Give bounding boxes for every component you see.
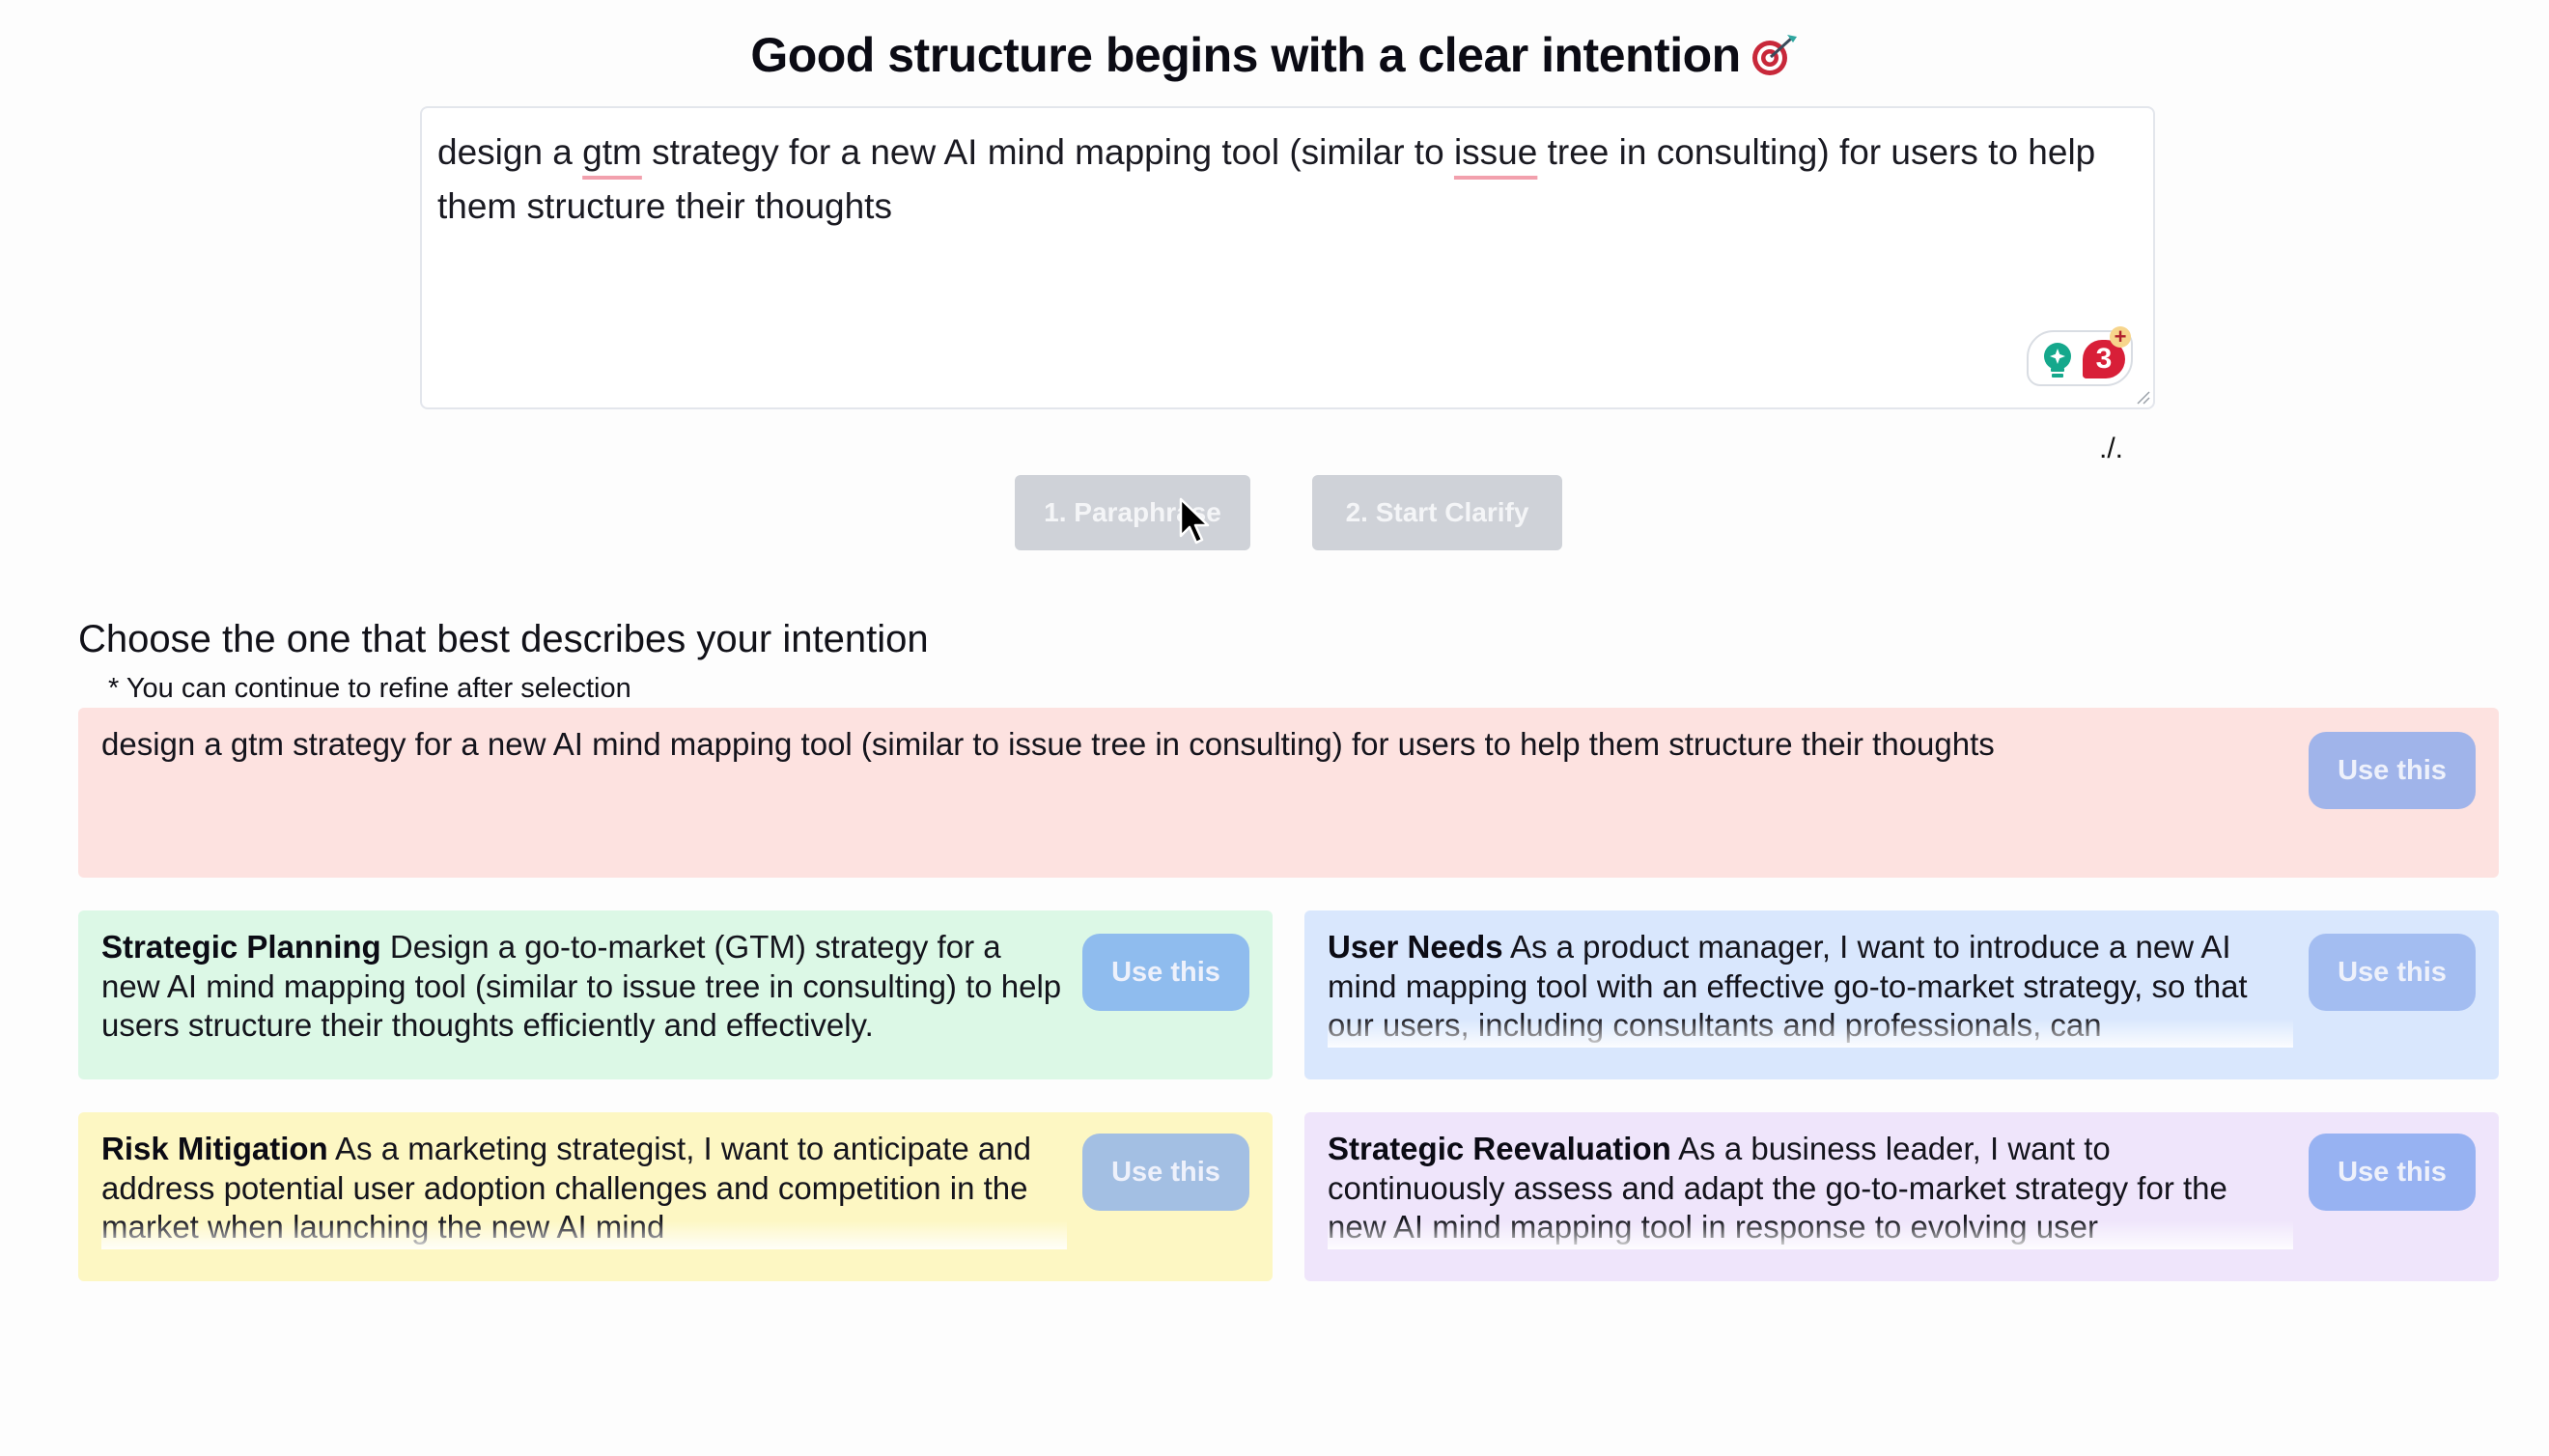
text-segment: strategy for a new AI mind mapping tool … xyxy=(641,132,1454,172)
intention-card-strategic-reevaluation: Strategic Reevaluation As a business lea… xyxy=(1304,1112,2499,1281)
use-this-button[interactable]: Use this xyxy=(2309,1134,2476,1211)
intention-card-strategic-planning: Strategic Planning Design a go-to-market… xyxy=(78,910,1273,1079)
misspelled-word[interactable]: issue xyxy=(1454,132,1537,172)
card-title: User Needs xyxy=(1328,929,1503,965)
card-text: User Needs As a product manager, I want … xyxy=(1328,928,2293,1045)
card-title: Strategic Reevaluation xyxy=(1328,1131,1671,1166)
page-title: Good structure begins with a clear inten… xyxy=(0,27,2549,89)
paraphrase-button[interactable]: 1. Paraphrase xyxy=(1015,475,1250,550)
status-text: ./. xyxy=(2099,433,2124,464)
start-clarify-button[interactable]: 2. Start Clarify xyxy=(1312,475,1562,550)
intention-textarea[interactable]: design a gtm strategy for a new AI mind … xyxy=(420,106,2155,409)
mouse-cursor-icon xyxy=(1178,497,1213,552)
use-this-button[interactable]: Use this xyxy=(2309,934,2476,1011)
use-this-button[interactable]: Use this xyxy=(1082,1134,1249,1211)
target-dart-icon xyxy=(1751,33,1799,89)
use-this-button[interactable]: Use this xyxy=(2309,732,2476,809)
card-text: Strategic Reevaluation As a business lea… xyxy=(1328,1130,2293,1246)
lightbulb-icon[interactable] xyxy=(2042,342,2073,383)
resize-handle-icon[interactable] xyxy=(2135,389,2150,405)
intention-card-risk-mitigation: Risk Mitigation As a marketing strategis… xyxy=(78,1112,1273,1281)
card-text: Risk Mitigation As a marketing strategis… xyxy=(101,1130,1067,1246)
page-title-text: Good structure begins with a clear inten… xyxy=(750,28,1741,82)
card-text: design a gtm strategy for a new AI mind … xyxy=(101,725,2322,765)
intention-card-user-needs: User Needs As a product manager, I want … xyxy=(1304,910,2499,1079)
intention-card-original: design a gtm strategy for a new AI mind … xyxy=(78,708,2499,878)
text-segment: design a xyxy=(437,132,583,172)
use-this-button[interactable]: Use this xyxy=(1082,934,1249,1011)
section-heading: Choose the one that best describes your … xyxy=(78,618,929,660)
intention-text[interactable]: design a gtm strategy for a new AI mind … xyxy=(437,126,2115,234)
misspelled-word[interactable]: gtm xyxy=(582,132,642,172)
card-title: Risk Mitigation xyxy=(101,1131,328,1166)
section-note: * You can continue to refine after selec… xyxy=(108,673,631,704)
card-body: design a gtm strategy for a new AI mind … xyxy=(101,726,1995,762)
card-text: Strategic Planning Design a go-to-market… xyxy=(101,928,1067,1046)
grammar-assistant-widget[interactable]: 3 + xyxy=(2027,326,2133,386)
card-title: Strategic Planning xyxy=(101,929,381,965)
plus-icon: + xyxy=(2110,326,2131,348)
